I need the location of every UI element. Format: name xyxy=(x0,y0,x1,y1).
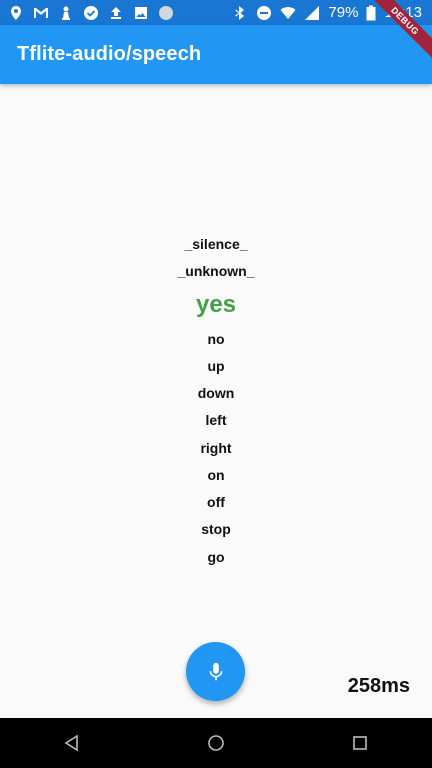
recents-button[interactable] xyxy=(330,718,390,768)
record-button[interactable] xyxy=(186,642,245,701)
notification-icons xyxy=(0,5,174,21)
wifi-icon xyxy=(280,5,296,21)
label-left: left xyxy=(205,412,227,428)
status-bar: 79% 12:13 xyxy=(0,0,432,25)
circle-icon xyxy=(158,5,174,21)
label-off: off xyxy=(207,494,225,510)
label-down: down xyxy=(197,385,235,401)
battery-icon xyxy=(366,5,376,21)
label-on: on xyxy=(207,467,225,483)
label-silence: _silence_ xyxy=(184,236,248,252)
mic-icon xyxy=(205,661,227,683)
signal-icon xyxy=(304,5,320,21)
label-up: up xyxy=(207,358,225,374)
bluetooth-icon xyxy=(232,5,248,21)
chess-icon xyxy=(58,5,74,21)
image-icon xyxy=(133,5,149,21)
label-unknown: _unknown_ xyxy=(177,263,255,279)
check-circle-icon xyxy=(83,5,99,21)
recents-icon xyxy=(353,736,367,750)
app-title: Tflite-audio/speech xyxy=(17,43,202,65)
battery-percent: 79% xyxy=(328,4,359,21)
inference-time: 258ms xyxy=(347,675,410,697)
upload-icon xyxy=(108,5,124,21)
location-icon xyxy=(8,5,24,21)
back-button[interactable] xyxy=(42,718,102,768)
label-no: no xyxy=(207,331,225,347)
label-right: right xyxy=(200,440,232,456)
label-yes: yes xyxy=(195,291,237,318)
do-not-disturb-icon xyxy=(256,5,272,21)
label-go: go xyxy=(207,549,225,565)
app-bar: Tflite-audio/speech xyxy=(0,25,432,84)
label-stop: stop xyxy=(201,521,231,537)
home-button[interactable] xyxy=(186,718,246,768)
back-icon xyxy=(64,734,78,752)
navigation-bar xyxy=(0,718,432,768)
home-icon xyxy=(208,735,224,751)
gmail-icon xyxy=(33,5,49,21)
